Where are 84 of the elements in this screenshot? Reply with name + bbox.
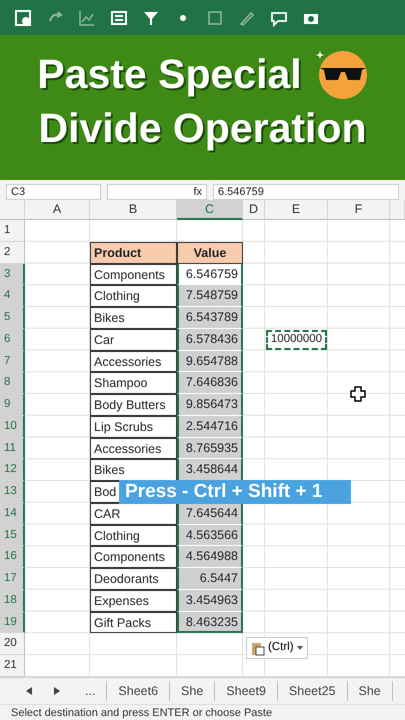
table-cell: 4.563566 (177, 524, 243, 546)
table-cell: 8.765935 (177, 438, 243, 460)
row-header[interactable]: 13 (0, 481, 25, 503)
fx-label: fx (107, 184, 207, 200)
row-header[interactable]: 8 (0, 372, 25, 394)
table-cell: 9.654788 (177, 350, 243, 372)
formula-field[interactable]: 6.546759 (213, 184, 399, 200)
table-cell: Accessories (90, 438, 177, 460)
row-header[interactable]: 19 (0, 612, 25, 634)
table-cell: Components (90, 546, 177, 568)
table-cell: 6.546759 (177, 264, 243, 286)
column-header[interactable]: A (25, 200, 90, 220)
row-header[interactable]: 20 (0, 633, 25, 655)
table-cell: 4.564988 (177, 546, 243, 568)
row-header[interactable]: 5 (0, 307, 25, 329)
row-header[interactable]: 6 (0, 328, 25, 350)
chart-icon[interactable] (78, 8, 96, 26)
table-cell: 9.856473 (177, 394, 243, 416)
table-header-cell: Product (90, 242, 177, 264)
sheet-tab[interactable]: Sheet6 (107, 680, 170, 701)
table-cell: 6.543789 (177, 307, 243, 329)
table-cell: Gift Packs (90, 612, 177, 634)
row-header[interactable]: 7 (0, 350, 25, 372)
status-text: Select destination and press ENTER or choose Paste (0, 704, 405, 720)
shortcut-hint: Press - Ctrl + Shift + 1 (119, 480, 351, 504)
table-cell: 7.645644 (177, 502, 243, 524)
paste-options-button[interactable]: (Ctrl) (246, 637, 308, 659)
table-cell: Body Butters (90, 394, 177, 416)
cursor-icon (350, 386, 366, 402)
row-header[interactable]: 16 (0, 546, 25, 568)
scroll-left-icon[interactable] (26, 686, 32, 695)
row-header[interactable]: 10 (0, 416, 25, 438)
row-header[interactable]: 3 (0, 264, 25, 286)
table-cell: 7.646836 (177, 372, 243, 394)
column-header[interactable]: C (177, 200, 243, 220)
row-header[interactable]: 12 (0, 459, 25, 481)
table-cell: Lip Scrubs (90, 416, 177, 438)
copied-cell: 10000000 (265, 328, 328, 350)
row-header[interactable]: 14 (0, 502, 25, 524)
table-cell: Deodorants (90, 568, 177, 590)
sheet-tab[interactable]: Sheet25 (278, 680, 348, 701)
sheet-tab[interactable]: She (170, 680, 216, 701)
column-header[interactable]: D (243, 200, 265, 220)
sheet-tab[interactable]: Sheet9 (215, 680, 278, 701)
banner-title: Paste Special (37, 50, 302, 99)
name-box[interactable]: C3 (6, 184, 101, 200)
save-icon[interactable] (14, 8, 32, 26)
table-cell: 7.548759 (177, 285, 243, 307)
clipboard-icon (251, 640, 265, 656)
table-cell: Clothing (90, 285, 177, 307)
row-header[interactable]: 21 (0, 655, 25, 677)
table-cell: 6.5447 (177, 568, 243, 590)
table-cell: Expenses (90, 590, 177, 612)
caret-icon (296, 646, 303, 650)
table-header-cell: Value (177, 242, 243, 264)
more-sheets-button[interactable]: ... (74, 680, 108, 701)
table-cell: 2.544716 (177, 416, 243, 438)
row-header[interactable]: 2 (0, 242, 25, 264)
sheet-tab[interactable]: She (348, 680, 393, 701)
row-header[interactable]: 17 (0, 568, 25, 590)
table-cell: Components (90, 264, 177, 286)
row-header[interactable]: 1 (0, 220, 25, 242)
row-header[interactable]: 4 (0, 285, 25, 307)
row-header[interactable]: 9 (0, 394, 25, 416)
column-header[interactable]: F (328, 200, 390, 220)
table-cell: Car (90, 328, 177, 350)
sunglasses-emoji-icon (316, 48, 368, 100)
table-cell: 8.463235 (177, 612, 243, 634)
row-header[interactable]: 18 (0, 590, 25, 612)
column-header[interactable]: E (265, 200, 328, 220)
table-cell: Clothing (90, 524, 177, 546)
column-header[interactable]: B (90, 200, 177, 220)
table-cell: 3.454963 (177, 590, 243, 612)
scroll-right-icon[interactable] (54, 686, 60, 695)
row-header[interactable]: 11 (0, 438, 25, 460)
table-cell: Shampoo (90, 372, 177, 394)
table-cell: 6.578436 (177, 328, 243, 350)
table-cell: 3.458644 (177, 459, 243, 481)
picture-icon[interactable] (206, 8, 224, 26)
table-cell: Bikes (90, 307, 177, 329)
banner-subtitle: Divide Operation (37, 104, 368, 153)
table-cell: Accessories (90, 350, 177, 372)
row-header[interactable]: 15 (0, 524, 25, 546)
form-icon[interactable] (110, 8, 128, 26)
